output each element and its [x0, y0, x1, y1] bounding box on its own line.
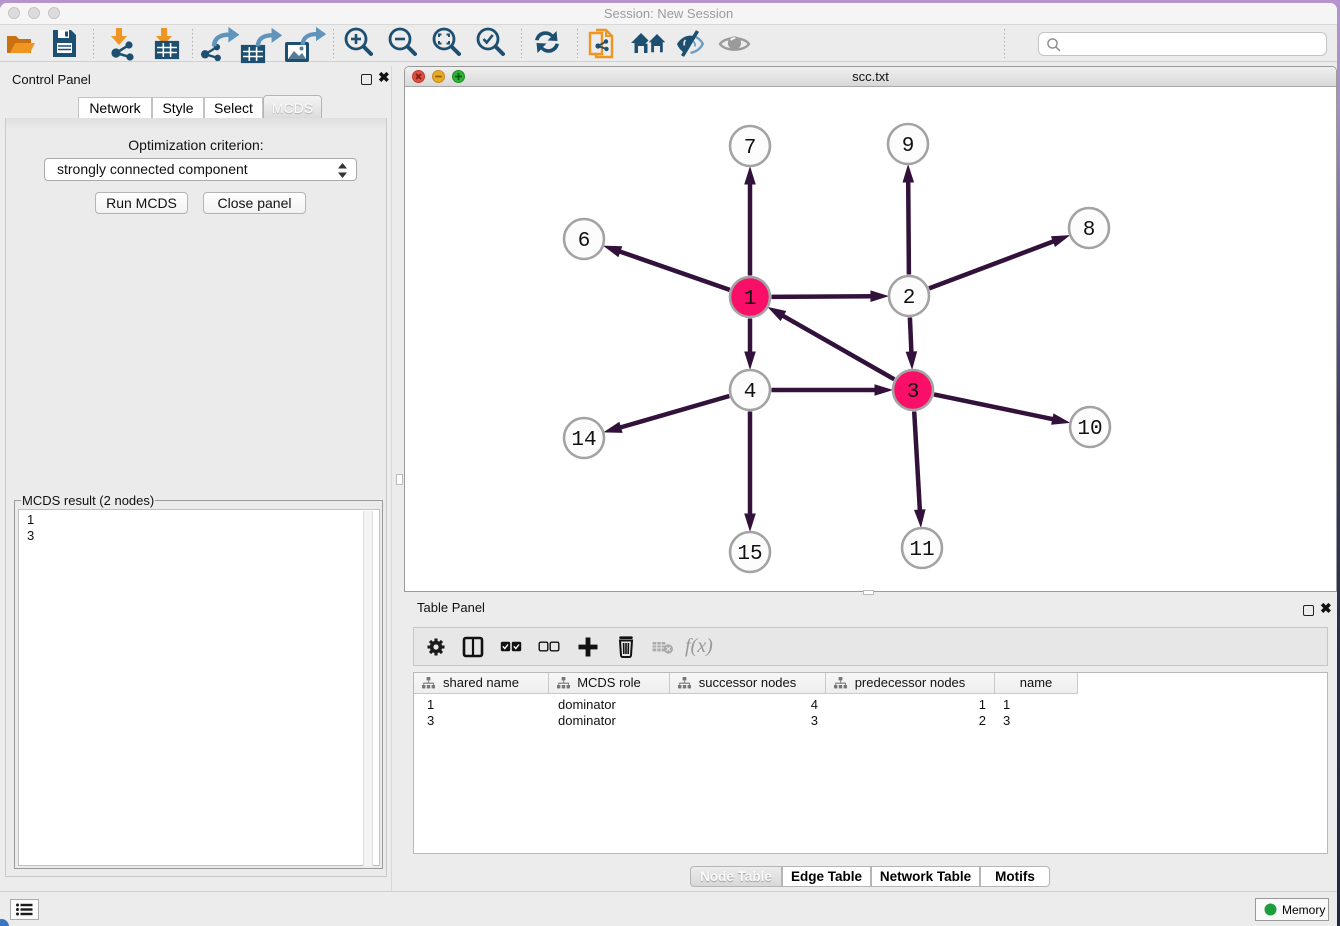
svg-text:14: 14: [571, 429, 596, 452]
svg-text:11: 11: [909, 539, 934, 562]
svg-text:f(x): f(x): [685, 635, 713, 657]
svg-text:15: 15: [737, 543, 762, 566]
svg-text:4: 4: [744, 381, 757, 404]
svg-text:9: 9: [902, 135, 915, 158]
svg-text:3: 3: [907, 381, 920, 404]
svg-text:2: 2: [903, 287, 916, 310]
svg-text:1: 1: [744, 288, 757, 311]
svg-text:8: 8: [1083, 219, 1096, 242]
svg-text:7: 7: [744, 137, 757, 160]
svg-text:10: 10: [1077, 418, 1102, 441]
svg-text:6: 6: [578, 230, 591, 253]
